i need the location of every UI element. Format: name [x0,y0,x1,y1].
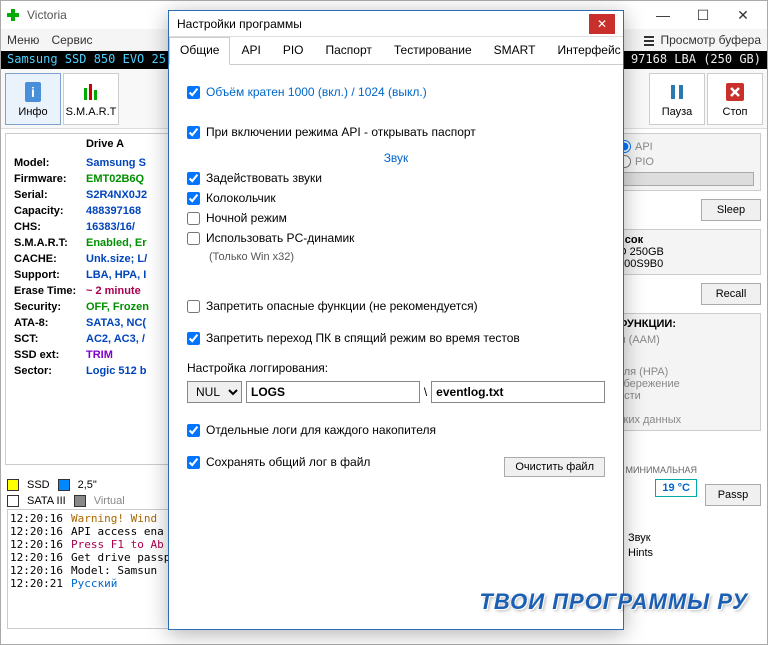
dialog-tab-pio[interactable]: PIO [272,37,315,64]
passp-button[interactable]: Passp [705,484,761,506]
separate-logs-checkbox[interactable] [187,424,200,437]
info-icon: i [21,80,45,104]
temp-label: МИНИМАЛЬНАЯ [626,465,697,475]
dialog-tab-api[interactable]: API [230,37,271,64]
api-passport-checkbox[interactable] [187,126,200,139]
save-common-checkbox[interactable] [187,456,200,469]
dialog-close-button[interactable]: ✕ [589,14,615,34]
dialog-tabs: ОбщиеAPIPIOПаспортТестированиеSMARTИнтер… [169,37,623,65]
info-button[interactable]: i Инфо [5,73,61,125]
speaker-checkbox[interactable] [187,232,200,245]
sounds-checkbox[interactable] [187,172,200,185]
smart-icon [79,80,103,104]
dialog-tab-паспорт[interactable]: Паспорт [314,37,382,64]
menu-menu[interactable]: Меню [7,33,39,47]
size-chip [58,479,70,491]
maximize-button[interactable]: ☐ [683,3,723,27]
buffer-icon [642,33,656,47]
pause-button[interactable]: Пауза [649,73,705,125]
svg-text:i: i [31,84,35,100]
sound-section: Звук [187,151,605,165]
pause-icon [665,80,689,104]
drive-name: Samsung SSD 850 EVO 25 [7,52,166,68]
temp-box: 19 °C [655,479,697,497]
log-config-label: Настройка логгирования: [187,361,605,375]
status-row: SSD 2,5" [7,479,105,491]
log-file-input[interactable] [431,381,605,403]
log-drive-select[interactable]: NUL [187,381,242,403]
minimize-button[interactable]: — [643,3,683,27]
drive-lba: 97168 LBA (250 GB) [631,52,761,68]
sleep-button[interactable]: Sleep [701,199,761,221]
bell-checkbox[interactable] [187,192,200,205]
night-checkbox[interactable] [187,212,200,225]
close-button[interactable]: ✕ [723,3,763,27]
clear-file-button[interactable]: Очистить файл [504,457,605,477]
menu-service[interactable]: Сервис [51,33,92,47]
nosleep-checkbox[interactable] [187,332,200,345]
dialog-tab-тестирование[interactable]: Тестирование [383,37,483,64]
dialog-tab-общие[interactable]: Общие [169,37,230,65]
danger-checkbox[interactable] [187,300,200,313]
recall-button[interactable]: Recall [701,283,761,305]
virtual-chip [74,495,86,507]
ssd-chip [7,479,19,491]
right-checks: Звук Hints [611,529,761,561]
api-pio-panel: API PIO [611,133,761,191]
functions-panel: ФУНКЦИИ: м (AAM) еля (HPA) сбережение ос… [611,313,761,431]
stop-button[interactable]: Стоп [707,73,763,125]
smart-button[interactable]: S.M.A.R.T [63,73,119,125]
log-dir-input[interactable] [246,381,420,403]
app-icon [5,7,21,23]
dialog-tab-интерфейс[interactable]: Интерфейс [546,37,631,64]
stop-icon [723,80,747,104]
dialog-tab-smart[interactable]: SMART [483,37,547,64]
menu-viewbuffer[interactable]: Просмотр буфера [660,33,761,47]
progress-bar [618,172,754,186]
dialog-titlebar: Настройки программы ✕ [169,11,623,37]
sata-chip [7,495,19,507]
settings-dialog: Настройки программы ✕ ОбщиеAPIPIOПаспорт… [168,10,624,630]
drive-list[interactable]: исок O 250GB 000S9B0 [611,229,761,275]
dialog-title: Настройки программы [177,17,589,31]
volume-checkbox[interactable] [187,86,200,99]
